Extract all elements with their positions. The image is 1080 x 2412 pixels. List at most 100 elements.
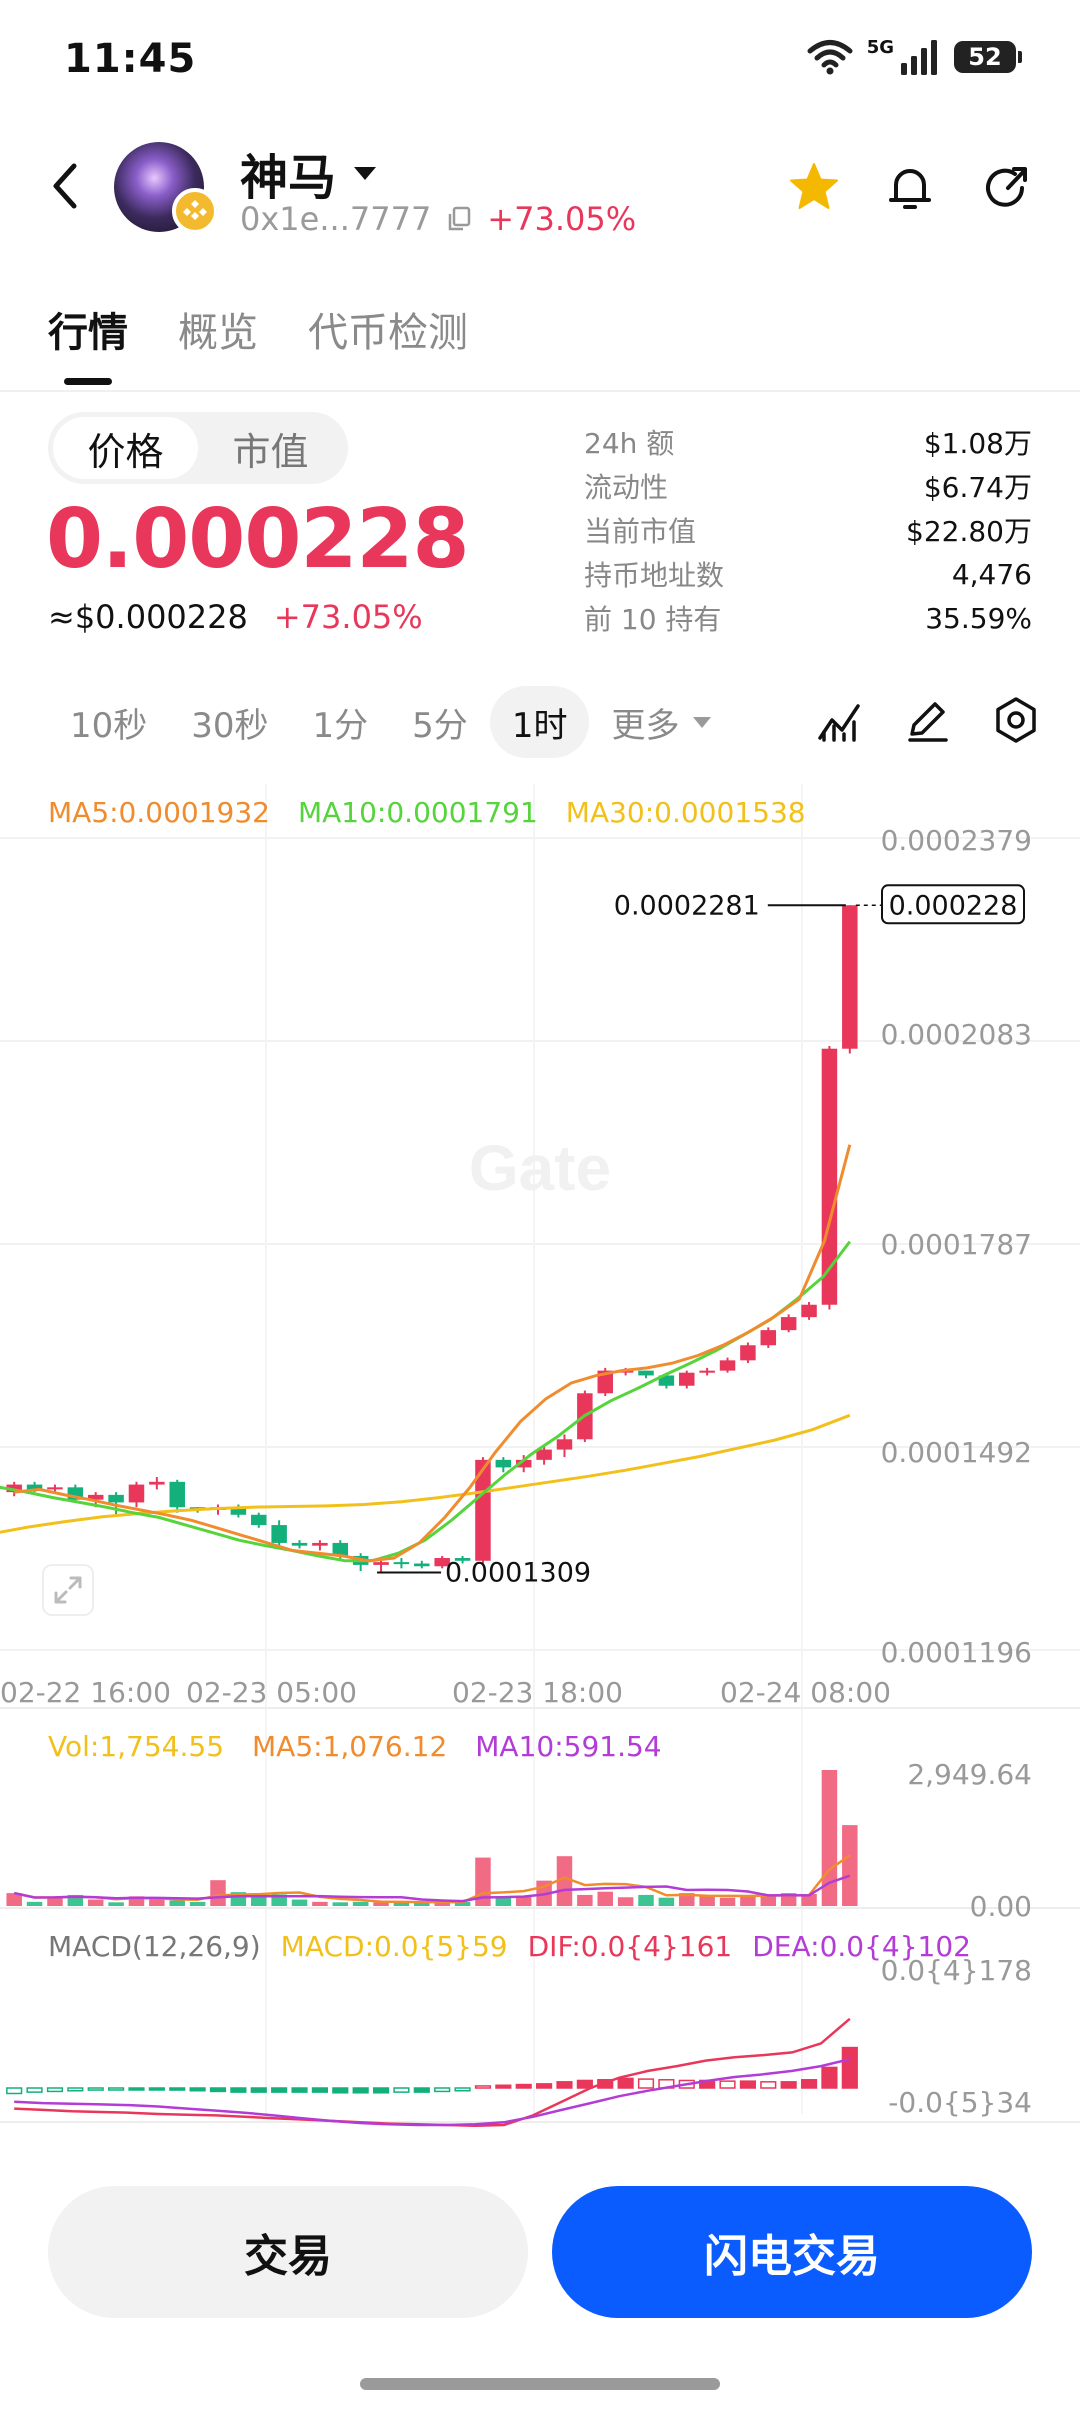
token-name-dropdown[interactable]: 神马	[240, 138, 377, 208]
macd-bar	[291, 2087, 308, 2093]
candle-body	[536, 1449, 552, 1460]
macd-bar	[87, 2087, 104, 2091]
stat-value: $6.74万	[923, 471, 1032, 504]
volume-ma10: MA10:591.54	[475, 1730, 662, 1763]
stat-label: 当前市值	[584, 515, 697, 548]
volume-axis-max: 2,949.64	[907, 1758, 1032, 1791]
price-axis-label: 0.0002083	[880, 1018, 1032, 1051]
header-change: +73.05%	[487, 200, 637, 238]
indicator-icon[interactable]	[814, 694, 866, 746]
macd-bar	[250, 2087, 267, 2093]
trade-button[interactable]: 交易	[48, 2186, 528, 2318]
flash-trade-button[interactable]: 闪电交易	[552, 2186, 1032, 2318]
macd-bar	[800, 2079, 818, 2089]
macd-bar	[108, 2087, 125, 2091]
network-type: 5G	[866, 36, 894, 58]
price-axis-label: 0.0002379	[880, 824, 1032, 857]
tab-market[interactable]: 行情	[48, 300, 128, 385]
candle-body	[271, 1525, 287, 1543]
candle-body	[740, 1345, 756, 1361]
macd-legend: MACD(12,26,9) MACD:0.0{5}59 DIF:0.0{4}16…	[48, 1930, 971, 1963]
macd-bar	[230, 2087, 247, 2093]
candle-body	[312, 1542, 328, 1546]
wifi-icon	[807, 40, 853, 75]
price-change: +73.05%	[273, 598, 423, 636]
stat-row: 流动性 $6.74万	[584, 464, 1032, 508]
date-axis-label: 02-22 16:00	[0, 1676, 171, 1709]
macd-bar	[515, 2083, 532, 2089]
price-axis-label: 0.0001787	[880, 1228, 1032, 1261]
price-axis-label: 0.0001492	[880, 1436, 1032, 1469]
macd-bar	[67, 2087, 84, 2092]
share-icon[interactable]	[978, 160, 1034, 216]
high-price-label: 0.0002281	[614, 890, 760, 921]
copy-icon[interactable]	[445, 205, 473, 233]
macd-bar	[841, 2046, 858, 2089]
chain-badge-icon	[172, 188, 218, 234]
volume-bar	[495, 1897, 512, 1906]
macd-bar	[739, 2080, 756, 2089]
timeframe-1m[interactable]: 1分	[291, 686, 391, 758]
macd-bar	[637, 2078, 655, 2089]
volume-bar	[169, 1900, 185, 1906]
date-axis-label: 02-24 08:00	[720, 1676, 891, 1709]
macd-bar	[454, 2087, 471, 2092]
macd-bar	[821, 2066, 838, 2089]
macd-bar	[26, 2087, 43, 2093]
star-favorite-icon[interactable]	[786, 160, 842, 216]
candle-body	[393, 1562, 410, 1565]
stat-value: 35.59%	[925, 601, 1032, 635]
bell-icon[interactable]	[882, 160, 938, 216]
timeframe-5m[interactable]: 5分	[390, 686, 490, 758]
volume-bar	[26, 1901, 43, 1906]
stat-label: 前 10 持有	[584, 603, 722, 636]
back-icon[interactable]	[44, 156, 88, 216]
macd-bar	[6, 2087, 23, 2095]
tab-token-check[interactable]: 代币检测	[308, 300, 468, 358]
macd-bar	[169, 2087, 186, 2091]
macd-bar	[495, 2084, 512, 2089]
current-price: 0.000228	[46, 492, 470, 587]
candle-body	[128, 1484, 145, 1503]
volume-bar	[87, 1899, 104, 1906]
toggle-market-cap[interactable]: 市值	[198, 417, 343, 479]
macd-bar	[372, 2087, 390, 2094]
candle-body	[760, 1330, 777, 1346]
macd-bar	[209, 2087, 227, 2093]
timeframe-1h[interactable]: 1时	[489, 686, 590, 758]
macd-bar	[413, 2087, 430, 2093]
dea-line	[14, 2057, 851, 2127]
low-price-label: 0.0001309	[445, 1557, 591, 1588]
macd-bar	[271, 2087, 288, 2093]
stat-row: 24h 额 $1.08万	[584, 420, 1032, 464]
macd-axis-min: -0.0{5}34	[888, 2086, 1032, 2119]
draw-pen-icon[interactable]	[902, 694, 954, 746]
volume-bar	[699, 1895, 715, 1906]
token-header: 神马 0x1e...7777 +73.05%	[0, 130, 1080, 260]
candle-body	[679, 1372, 695, 1386]
home-indicator[interactable]	[360, 2378, 720, 2390]
macd-bar	[352, 2087, 369, 2094]
volume-bar	[740, 1895, 756, 1906]
settings-icon[interactable]	[990, 694, 1042, 746]
volume-ma5-line	[13, 1854, 851, 1904]
candle-body	[291, 1542, 308, 1546]
timeframe-30s[interactable]: 30秒	[169, 686, 290, 758]
date-axis-label: 02-23 18:00	[452, 1676, 623, 1709]
volume-ma5: MA5:1,076.12	[252, 1730, 448, 1763]
tab-overview[interactable]: 概览	[178, 300, 258, 358]
macd-bar	[311, 2087, 328, 2093]
more-caret-icon	[693, 716, 712, 728]
macd-value: MACD:0.0{5}59	[280, 1930, 508, 1963]
volume-bar	[842, 1825, 858, 1906]
timeframe-more[interactable]: 更多	[589, 686, 733, 758]
expand-chart-button[interactable]	[42, 1564, 94, 1616]
price-axis-label: 0.0001196	[880, 1636, 1032, 1669]
toggle-price[interactable]: 价格	[53, 417, 198, 479]
volume-axis-min: 0.00	[969, 1890, 1032, 1923]
timeframe-10s[interactable]: 10秒	[48, 686, 169, 758]
candle-body	[47, 1487, 63, 1490]
volume-bar	[189, 1901, 206, 1906]
macd-bar	[556, 2081, 573, 2089]
stat-label: 流动性	[584, 471, 669, 504]
